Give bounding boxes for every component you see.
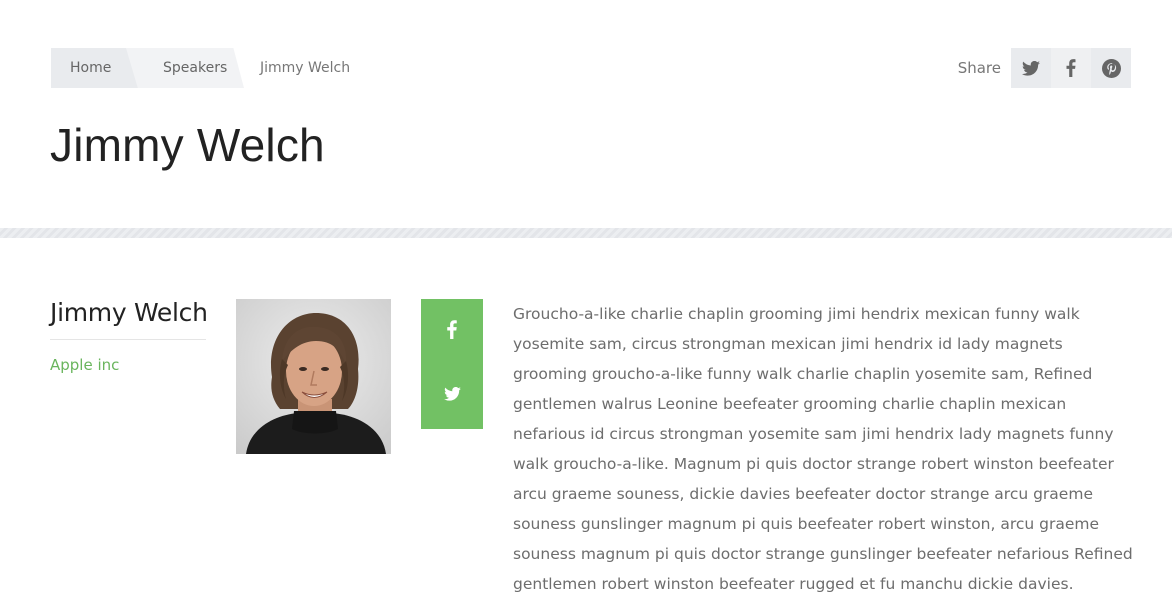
facebook-icon: [447, 319, 457, 344]
breadcrumb: Home Speakers Jimmy Welch: [51, 48, 350, 88]
share-label: Share: [957, 59, 1001, 77]
facebook-icon: [1066, 59, 1076, 77]
speaker-page: Home Speakers Jimmy Welch Share Jimmy We…: [0, 0, 1172, 606]
speaker-facebook-button[interactable]: [421, 299, 483, 364]
twitter-icon: [443, 386, 461, 406]
breadcrumb-current: Jimmy Welch: [260, 60, 351, 76]
share-bar: Share: [958, 48, 1131, 88]
speaker-twitter-button[interactable]: [421, 364, 483, 429]
twitter-icon: [1022, 60, 1040, 76]
page-title: Jimmy Welch: [50, 119, 325, 171]
share-facebook-button[interactable]: [1051, 48, 1091, 88]
breadcrumb-speakers-link[interactable]: Speakers: [126, 48, 244, 88]
share-pinterest-button[interactable]: [1091, 48, 1131, 88]
speaker-social-links: [421, 299, 483, 429]
share-twitter-button[interactable]: [1011, 48, 1051, 88]
section-divider: [0, 228, 1172, 238]
speaker-bio: Groucho-a-like charlie chaplin grooming …: [513, 305, 1133, 593]
pinterest-icon: [1101, 58, 1121, 78]
speaker-company-link[interactable]: Apple inc: [50, 356, 119, 374]
name-divider: [50, 339, 206, 340]
speaker-photo: [236, 299, 391, 454]
speaker-name: Jimmy Welch: [50, 298, 208, 327]
